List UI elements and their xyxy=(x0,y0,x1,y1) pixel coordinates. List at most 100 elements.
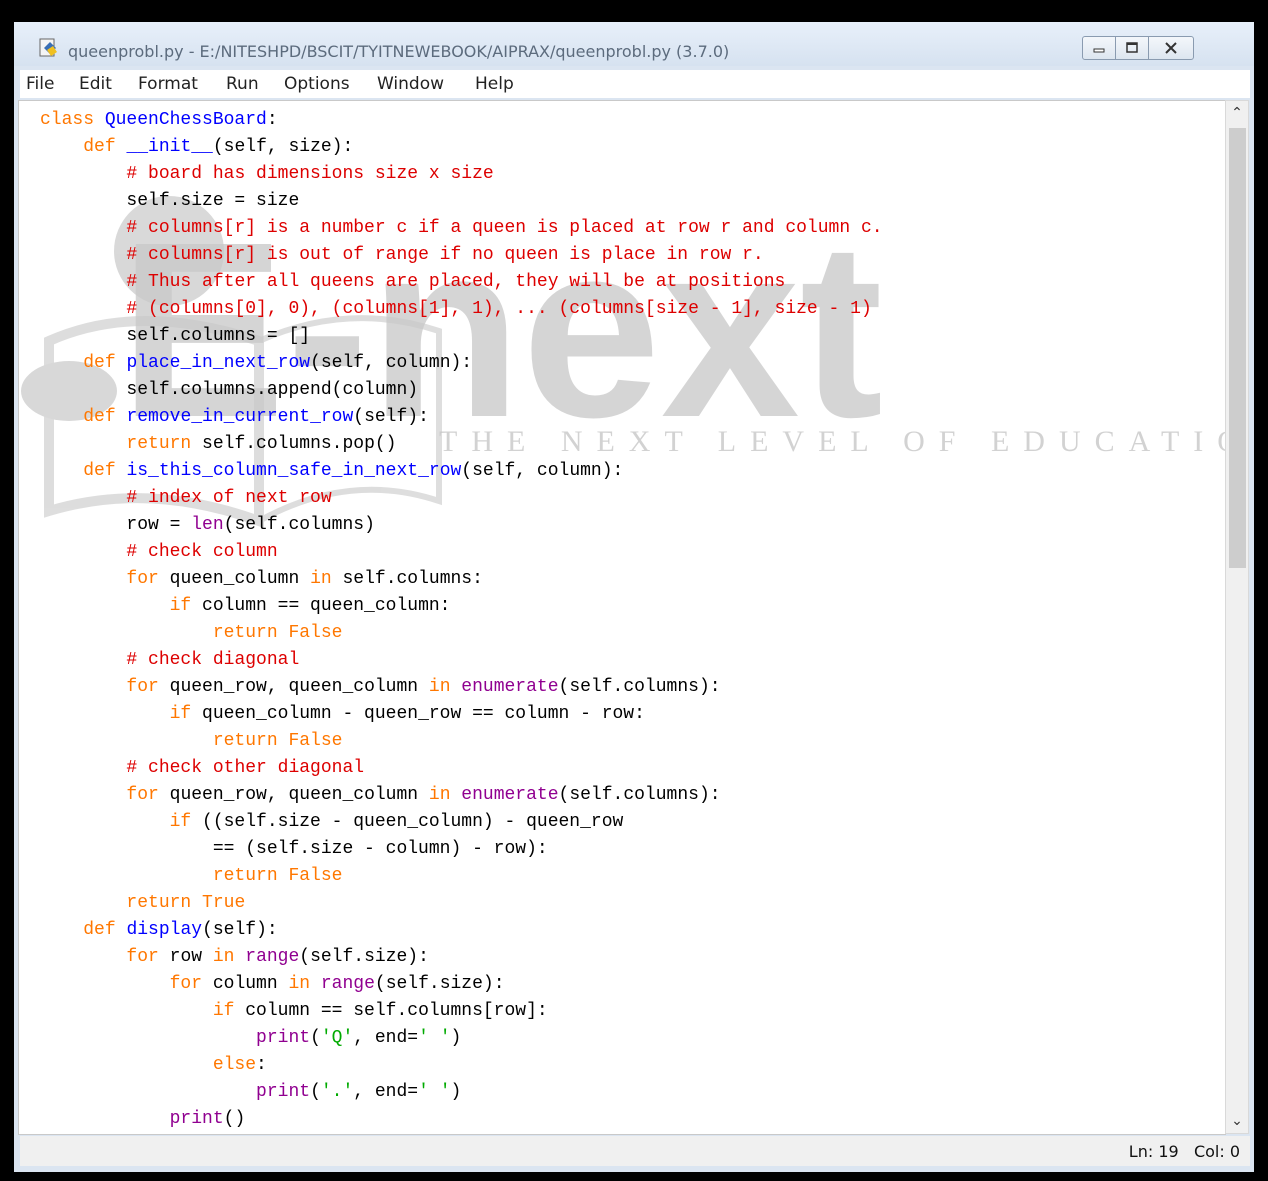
code-line: return False xyxy=(40,728,883,755)
code-line: if column == queen_column: xyxy=(40,593,883,620)
status-bar: Ln: 19 Col: 0 xyxy=(20,1136,1250,1166)
code-token: self.size = size xyxy=(40,191,300,211)
status-col: Col: 0 xyxy=(1193,1142,1240,1161)
code-token: in xyxy=(288,974,321,994)
code-token: remove_in_current_row xyxy=(126,407,354,427)
code-token: (self, column): xyxy=(310,353,473,373)
code-line: # index of next row xyxy=(40,485,883,512)
code-line: self.size = size xyxy=(40,188,883,215)
code-token: (self.size): xyxy=(299,947,429,967)
scroll-down-arrow-icon[interactable]: ⌄ xyxy=(1226,1109,1248,1133)
code-token: # board has dimensions size x size xyxy=(126,164,494,184)
code-token: == (self.size - column) - row): xyxy=(40,839,548,859)
code-line: for queen_column in self.columns: xyxy=(40,566,883,593)
code-token: range xyxy=(245,947,300,967)
code-line: else: xyxy=(40,1052,883,1079)
code-token: queen_row, queen_column xyxy=(169,785,429,805)
code-token: column xyxy=(212,974,289,994)
python-file-icon xyxy=(39,38,57,57)
menu-window[interactable]: Window xyxy=(377,74,444,94)
code-line: return True xyxy=(40,890,883,917)
code-token: place_in_next_row xyxy=(126,353,311,373)
code-line: if column == self.columns[row]: xyxy=(40,998,883,1025)
code-token: # columns[r] is a number c if a queen is… xyxy=(126,218,883,238)
code-line: if queen_column - queen_row == column - … xyxy=(40,701,883,728)
code-token: self.columns.append(column) xyxy=(40,380,419,400)
code-token: ' ' xyxy=(418,1082,451,1102)
code-token: (self.columns): xyxy=(558,785,721,805)
code-token: else xyxy=(212,1055,257,1075)
code-line: # check diagonal xyxy=(40,647,883,674)
minimize-icon xyxy=(1093,48,1105,53)
code-token: # index of next row xyxy=(126,488,332,508)
code-editor[interactable]: E-next THE NEXT LEVEL OF EDUCATION class… xyxy=(18,100,1226,1135)
cursor-position: Ln: 19 Col: 0 xyxy=(1129,1142,1240,1161)
code-token: ' ' xyxy=(418,1028,451,1048)
code-line: print() xyxy=(40,1106,883,1133)
title-bar[interactable]: queenprobl.py - E:/NITESHPD/BSCIT/TYITNE… xyxy=(14,22,1254,66)
code-token: return False xyxy=(212,731,343,751)
code-line: for column in range(self.size): xyxy=(40,971,883,998)
close-icon xyxy=(1165,42,1177,54)
minimize-button[interactable] xyxy=(1082,36,1116,60)
code-token: ) xyxy=(450,1028,462,1048)
close-button[interactable] xyxy=(1148,36,1194,60)
code-token: self.columns.pop() xyxy=(202,434,397,454)
menu-help[interactable]: Help xyxy=(475,74,514,94)
code-token: range xyxy=(320,974,375,994)
maximize-button[interactable] xyxy=(1115,36,1149,60)
scroll-up-arrow-icon[interactable]: ⌃ xyxy=(1226,101,1248,125)
code-token: return False xyxy=(212,866,343,886)
idle-editor-window: queenprobl.py - E:/NITESHPD/BSCIT/TYITNE… xyxy=(14,22,1254,1172)
menu-run[interactable]: Run xyxy=(226,74,259,94)
code-token: self.columns = [] xyxy=(40,326,311,346)
code-line: for row in range(self.size): xyxy=(40,944,883,971)
menu-file[interactable]: File xyxy=(26,74,54,94)
code-token: ( xyxy=(310,1028,321,1048)
code-token: () xyxy=(223,1109,246,1129)
code-token: if xyxy=(169,704,203,724)
code-token: return True xyxy=(126,893,246,913)
code-token: ((self.size - queen_column) - queen_row xyxy=(202,812,624,832)
code-line: # columns[r] is out of range if no queen… xyxy=(40,242,883,269)
code-token: queen_column xyxy=(169,569,311,589)
menu-options[interactable]: Options xyxy=(284,74,350,94)
code-line: # columns[r] is a number c if a queen is… xyxy=(40,215,883,242)
vertical-scrollbar[interactable]: ⌃ ⌄ xyxy=(1225,100,1249,1134)
code-token: def xyxy=(83,137,127,157)
code-token: return xyxy=(126,434,203,454)
code-token: column == queen_column: xyxy=(202,596,451,616)
code-line: if ((self.size - queen_column) - queen_r… xyxy=(40,809,883,836)
code-token: print xyxy=(256,1082,311,1102)
code-token: # (columns[0], 0), (columns[1], 1), ... … xyxy=(126,299,872,319)
menu-format[interactable]: Format xyxy=(138,74,198,94)
code-token: for xyxy=(126,569,170,589)
code-token: row xyxy=(169,947,213,967)
code-token: queen_column - queen_row == column - row… xyxy=(202,704,645,724)
code-token: 'Q' xyxy=(320,1028,354,1048)
scroll-thumb[interactable] xyxy=(1229,128,1246,568)
code-token: in xyxy=(310,569,343,589)
code-token: print xyxy=(256,1028,311,1048)
code-token: queen_row, queen_column xyxy=(169,677,429,697)
code-token: len xyxy=(191,515,224,535)
code-line: # board has dimensions size x size xyxy=(40,161,883,188)
menu-edit[interactable]: Edit xyxy=(79,74,112,94)
code-line: print('.', end=' ') xyxy=(40,1079,883,1106)
